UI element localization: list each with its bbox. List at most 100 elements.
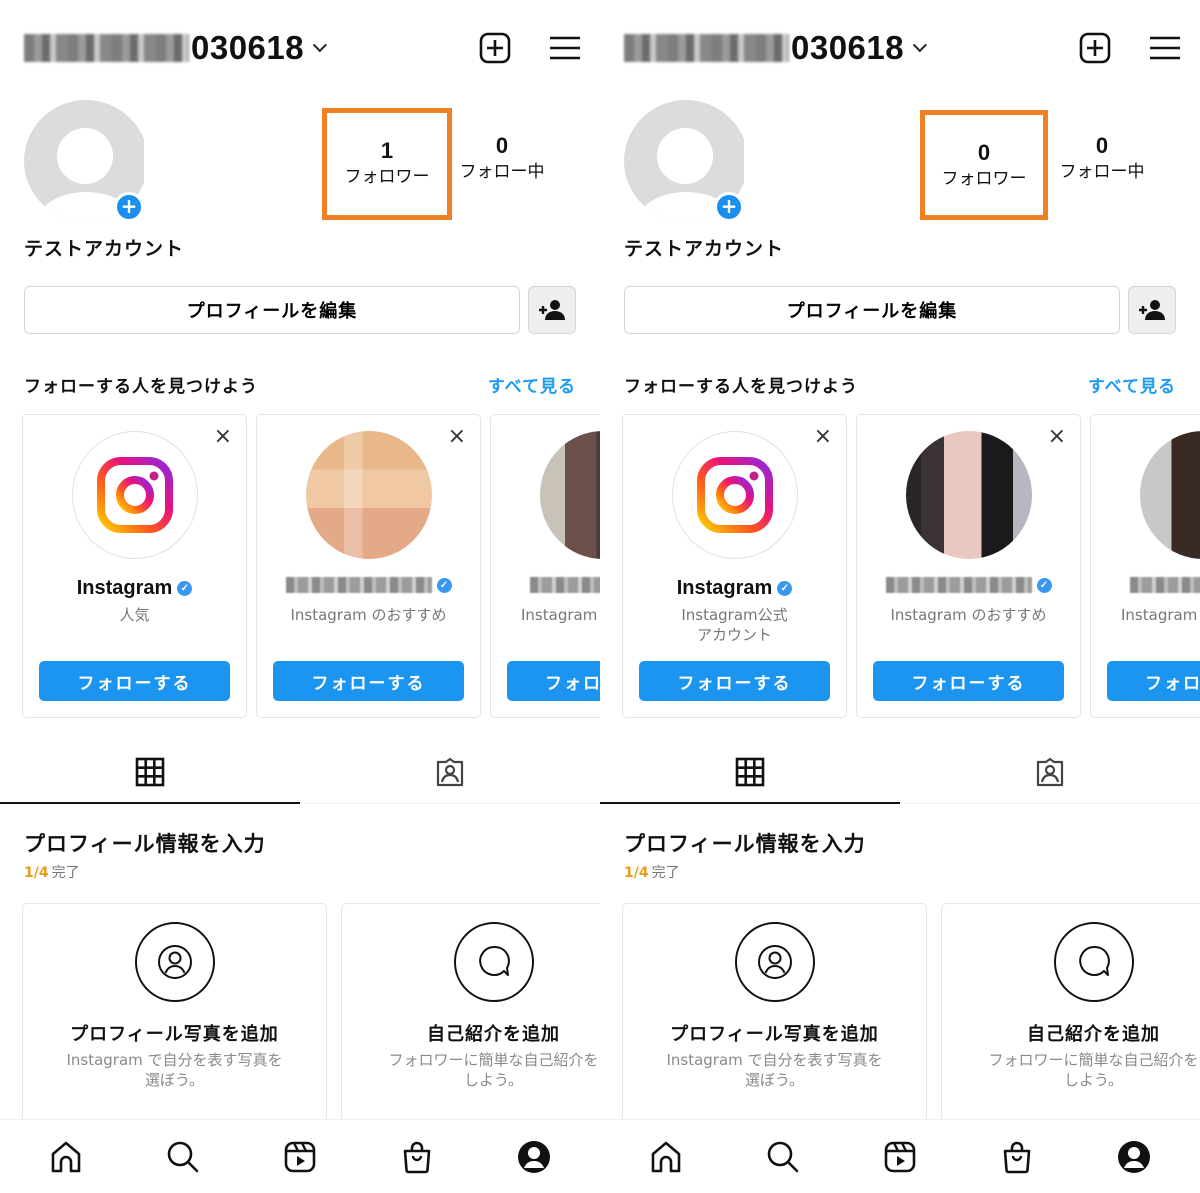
completion-card-description: フォロワーに簡単な自己紹介を しよう。	[988, 1051, 1199, 1089]
suggestion-carousel[interactable]: × Instagram ✓ Instagram公式 アカウント フォローする × …	[622, 414, 1200, 718]
tab-posts-grid[interactable]	[0, 740, 300, 804]
nav-search[interactable]	[763, 1137, 803, 1177]
tab-tagged[interactable]	[300, 740, 600, 803]
suggestion-card[interactable]: Instagram フォロ	[490, 414, 600, 718]
username-redacted	[24, 34, 189, 62]
home-icon	[652, 1141, 681, 1172]
suggestion-avatar-pixelated[interactable]	[306, 431, 432, 559]
username-suffix: 030618	[191, 29, 305, 66]
menu-icon[interactable]	[1148, 31, 1182, 65]
nav-shop[interactable]	[997, 1137, 1037, 1177]
discover-people-button[interactable]	[528, 286, 576, 334]
suggestions-title: フォローする人を見つけよう	[24, 377, 258, 397]
suggestion-card[interactable]: Instagram フォロ	[1090, 414, 1200, 718]
following-stat[interactable]: 0 フォロー中	[1054, 133, 1150, 185]
username-suffix: 030618	[791, 29, 905, 66]
edit-profile-button[interactable]: プロフィールを編集	[624, 286, 1120, 334]
nav-reels[interactable]	[280, 1137, 320, 1177]
follow-button[interactable]: フォローする	[639, 661, 830, 701]
suggestion-card[interactable]: × ✓ Instagram のおすすめ フォローする	[256, 414, 481, 718]
add-story-plus-icon[interactable]: +	[114, 192, 144, 222]
suggestion-subtitle: Instagram公式 アカウント	[681, 606, 788, 644]
follow-button[interactable]: フォロ	[1107, 661, 1200, 701]
close-icon[interactable]: ×	[1048, 425, 1066, 449]
suggestion-name[interactable]: Instagram ✓	[23, 577, 246, 600]
follow-button[interactable]: フォロ	[507, 661, 600, 701]
close-icon[interactable]: ×	[814, 425, 832, 449]
suggestion-name[interactable]	[491, 577, 600, 593]
see-all-link[interactable]: すべて見る	[1088, 372, 1176, 397]
display-name: テストアカウント	[24, 238, 185, 260]
nav-search[interactable]	[163, 1137, 203, 1177]
close-icon[interactable]: ×	[214, 425, 232, 449]
tab-tagged[interactable]	[900, 740, 1200, 803]
edit-profile-button[interactable]: プロフィールを編集	[24, 286, 520, 334]
following-stat[interactable]: 0 フォロー中	[454, 133, 550, 185]
instagram-logo-avatar[interactable]	[72, 431, 198, 559]
completion-card-photo[interactable]: プロフィール写真を追加 Instagram で自分を表す写真を 選ぼう。	[622, 903, 927, 1133]
suggestion-avatar-pixelated[interactable]	[1140, 431, 1200, 559]
suggestion-card[interactable]: × Instagram ✓ 人気 フォローする	[22, 414, 247, 718]
account-switcher[interactable]: 030618	[24, 29, 328, 67]
tab-posts-grid[interactable]	[600, 740, 900, 804]
suggestion-card[interactable]: × Instagram ✓ Instagram公式 アカウント フォローする	[622, 414, 847, 718]
menu-icon[interactable]	[548, 31, 582, 65]
verified-badge-icon: ✓	[777, 581, 793, 596]
completion-card-bio[interactable]: 自己紹介を追加 フォロワーに簡単な自己紹介を しよう。	[341, 903, 600, 1133]
nav-shop[interactable]	[397, 1137, 437, 1177]
suggestion-subtitle: 人気	[119, 606, 150, 624]
suggestion-subtitle: Instagram	[1121, 606, 1198, 624]
add-person-icon	[539, 300, 565, 320]
nav-reels[interactable]	[880, 1137, 920, 1177]
nav-home[interactable]	[646, 1137, 686, 1177]
nav-profile[interactable]	[514, 1137, 554, 1177]
follow-button[interactable]: フォローする	[39, 661, 230, 701]
followers-stat[interactable]: 1 フォロワー	[322, 108, 452, 220]
suggestion-name[interactable]: ✓	[257, 577, 480, 593]
name-redacted	[529, 577, 600, 593]
followers-label: フォロワー	[941, 169, 1027, 189]
suggestion-card[interactable]: × ✓ Instagram のおすすめ フォローする	[856, 414, 1081, 718]
completion-cards[interactable]: プロフィール写真を追加 Instagram で自分を表す写真を 選ぼう。 自己紹…	[22, 903, 600, 1133]
chevron-down-icon	[912, 38, 928, 53]
new-post-icon[interactable]	[478, 31, 512, 65]
discover-people-button[interactable]	[1128, 286, 1176, 334]
search-icon	[767, 1141, 799, 1172]
following-label: フォロー中	[459, 162, 545, 182]
completion-cards[interactable]: プロフィール写真を追加 Instagram で自分を表す写真を 選ぼう。 自己紹…	[622, 903, 1200, 1133]
profile-photo-icon	[158, 945, 192, 979]
followers-count: 1	[380, 138, 394, 163]
follow-button[interactable]: フォローする	[873, 661, 1064, 701]
reels-icon	[884, 1141, 916, 1172]
suggestion-name[interactable]: Instagram ✓	[623, 577, 846, 600]
suggestion-avatar-pixelated[interactable]	[906, 431, 1032, 559]
follow-button[interactable]: フォローする	[273, 661, 464, 701]
tagged-icon	[1036, 757, 1064, 786]
add-story-plus-icon[interactable]: +	[714, 192, 744, 222]
followers-stat[interactable]: 0 フォロワー	[920, 110, 1048, 220]
suggestion-carousel[interactable]: × Instagram ✓ 人気 フォローする × ✓ Instagram のお…	[22, 414, 600, 718]
completion-fraction: 1/4	[624, 865, 649, 881]
instagram-logo-avatar[interactable]	[672, 431, 798, 559]
reels-icon	[284, 1141, 316, 1172]
top-header: 030618	[24, 22, 582, 74]
suggestion-avatar-pixelated[interactable]	[540, 431, 600, 559]
close-icon[interactable]: ×	[448, 425, 466, 449]
account-switcher[interactable]: 030618	[624, 29, 928, 67]
nav-profile[interactable]	[1114, 1137, 1154, 1177]
nav-home[interactable]	[46, 1137, 86, 1177]
name-redacted	[1129, 577, 1200, 593]
see-all-link[interactable]: すべて見る	[488, 372, 576, 397]
instagram-logo-icon	[97, 457, 173, 533]
search-icon	[167, 1141, 199, 1172]
display-name: テストアカウント	[624, 238, 785, 260]
home-icon	[52, 1141, 81, 1172]
suggestion-name[interactable]: ✓	[857, 577, 1080, 593]
instagram-logo-icon	[697, 457, 773, 533]
add-person-icon	[1139, 300, 1165, 320]
completion-card-photo[interactable]: プロフィール写真を追加 Instagram で自分を表す写真を 選ぼう。	[22, 903, 327, 1133]
suggestion-subtitle: Instagram のおすすめ	[890, 606, 1047, 624]
suggestion-name[interactable]	[1091, 577, 1200, 593]
new-post-icon[interactable]	[1078, 31, 1112, 65]
completion-card-bio[interactable]: 自己紹介を追加 フォロワーに簡単な自己紹介を しよう。	[941, 903, 1200, 1133]
